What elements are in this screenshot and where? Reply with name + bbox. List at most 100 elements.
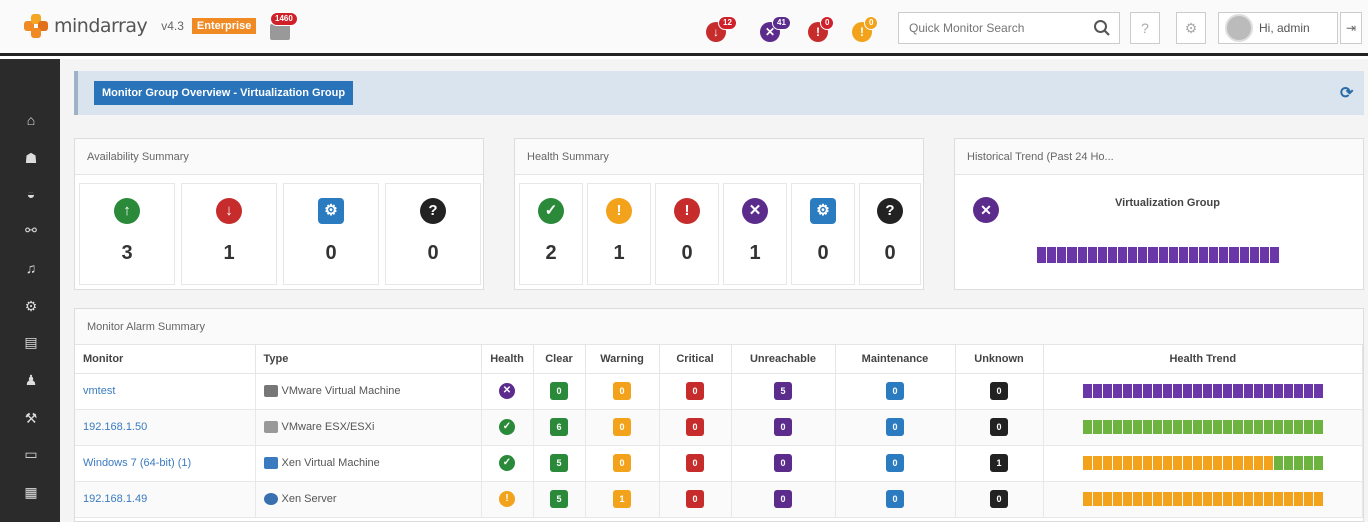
dashboard-icon[interactable]: ◒ (22, 185, 40, 203)
availability-down-count: 1 (223, 242, 235, 264)
calendar-icon[interactable]: ▦ (22, 483, 40, 501)
warning-status-button[interactable]: ! 0 (852, 16, 879, 44)
vmware-esx-icon (263, 421, 278, 434)
monitor-link[interactable]: vmtest (83, 385, 115, 397)
unreachable-count-badge[interactable]: 0 (774, 454, 792, 472)
refresh-icon[interactable]: ⟳ (1340, 83, 1358, 102)
unknown-count-badge[interactable]: 0 (990, 418, 1008, 436)
column-header-health[interactable]: Health (481, 345, 534, 374)
settings-button[interactable]: ⚙ (1176, 12, 1206, 44)
critical-count-badge[interactable]: 0 (686, 382, 704, 400)
trend-segment (1223, 420, 1233, 434)
health-unreachable-tile[interactable]: ✕ 1 (723, 183, 787, 285)
monitor-link[interactable]: 192.168.1.49 (83, 493, 147, 505)
trend-segment (1283, 492, 1293, 506)
critical-count-badge[interactable]: 0 (686, 418, 704, 436)
trend-segment (1193, 492, 1203, 506)
column-header-warning[interactable]: Warning (585, 345, 660, 374)
unknown-count-badge[interactable]: 0 (990, 382, 1008, 400)
network-icon[interactable]: ♟ (22, 371, 40, 389)
alerts-button[interactable]: 1460 (264, 12, 298, 42)
monitor-link[interactable]: Windows 7 (64-bit) (1) (83, 457, 191, 469)
column-header-health-trend[interactable]: Health Trend (1043, 345, 1363, 374)
monitor-link[interactable]: 192.168.1.50 (83, 421, 147, 433)
maintenance-count-badge[interactable]: 0 (886, 418, 904, 436)
availability-unknown-tile[interactable]: ? 0 (385, 183, 481, 285)
health-trend-bar[interactable] (1082, 384, 1323, 398)
warning-count-badge: 0 (864, 16, 879, 30)
unknown-cell: 1 (955, 445, 1044, 482)
trend-segment (1223, 492, 1233, 506)
column-header-type[interactable]: Type (255, 345, 482, 374)
gear-icon[interactable]: ⚙ (22, 297, 40, 315)
monitor-icon[interactable]: ▭ (22, 445, 40, 463)
availability-maintenance-tile[interactable]: ⚙ 0 (283, 183, 379, 285)
logout-button[interactable]: ⇥ (1340, 12, 1362, 44)
column-header-critical[interactable]: Critical (659, 345, 732, 374)
trend-segment (1158, 247, 1168, 263)
table-row[interactable]: vmtest VMware Virtual Machine ✕ 0 0 0 5 0 0 (75, 373, 1363, 410)
table-row[interactable]: 192.168.1.50 VMware ESX/ESXi ✓ 6 0 0 0 0 0 (75, 409, 1363, 446)
critical-count-badge[interactable]: 0 (686, 454, 704, 472)
unknown-count-badge[interactable]: 0 (990, 490, 1008, 508)
bell-icon[interactable]: ♫ (22, 259, 40, 277)
availability-unknown-count: 0 (427, 242, 439, 264)
column-header-unreachable[interactable]: Unreachable (731, 345, 836, 374)
clear-count-badge[interactable]: 6 (550, 418, 568, 436)
warning-count-badge[interactable]: 1 (613, 490, 631, 508)
clear-cell: 5 (533, 481, 586, 518)
maintenance-count-badge[interactable]: 0 (886, 454, 904, 472)
topology-icon[interactable]: ⚯ (22, 221, 40, 239)
trend-bar[interactable] (1037, 247, 1279, 263)
unknown-count-badge[interactable]: 1 (990, 454, 1008, 472)
health-trend-cell (1043, 481, 1363, 518)
wrench-icon[interactable]: ⚒ (22, 409, 40, 427)
unreachable-count-badge[interactable]: 0 (774, 418, 792, 436)
edition-badge: Enterprise (191, 18, 257, 34)
health-critical-tile[interactable]: ! 0 (655, 183, 719, 285)
page-header: Monitor Group Overview - Virtualization … (74, 71, 1364, 115)
trend-segment (1313, 492, 1323, 506)
maintenance-count-badge[interactable]: 0 (886, 490, 904, 508)
health-warning-tile[interactable]: ! 1 (587, 183, 651, 285)
user-menu[interactable]: Hi, admin (1218, 12, 1338, 44)
home-icon[interactable]: ⌂ (22, 111, 40, 129)
health-maintenance-tile[interactable]: ⚙ 0 (791, 183, 855, 285)
table-row[interactable]: Windows 7 (64-bit) (1) Xen Virtual Machin… (75, 445, 1363, 482)
users-icon[interactable]: ☗ (22, 149, 40, 167)
column-header-maintenance[interactable]: Maintenance (835, 345, 956, 374)
help-button[interactable]: ? (1130, 12, 1160, 44)
health-trend-bar[interactable] (1082, 456, 1323, 470)
health-clear-tile[interactable]: ✓ 2 (519, 183, 583, 285)
health-trend-bar[interactable] (1082, 492, 1323, 506)
x-circle-icon: ✕ (973, 197, 999, 223)
search-input[interactable] (899, 13, 1079, 43)
clear-count-badge[interactable]: 5 (550, 490, 568, 508)
warning-count-badge[interactable]: 0 (613, 382, 631, 400)
logo[interactable]: mindarray v4.3 Enterprise (24, 14, 257, 38)
table-row[interactable]: 192.168.1.49 Xen Server! 5 1 0 0 0 0 (75, 481, 1363, 518)
search-icon[interactable] (1093, 19, 1111, 37)
critical-status-button[interactable]: ! 0 (808, 16, 835, 44)
critical-count-badge[interactable]: 0 (686, 490, 704, 508)
trend-segment (1153, 420, 1163, 434)
availability-down-tile[interactable]: ↓ 1 (181, 183, 277, 285)
unreachable-status-button[interactable]: ✕ 41 (760, 16, 791, 44)
unreachable-count-badge[interactable]: 0 (774, 490, 792, 508)
column-header-clear[interactable]: Clear (533, 345, 586, 374)
reports-icon[interactable]: ▤ (22, 333, 40, 351)
unreachable-count-badge[interactable]: 5 (774, 382, 792, 400)
clear-count-badge[interactable]: 0 (550, 382, 568, 400)
health-unknown-tile[interactable]: ? 0 (859, 183, 921, 285)
warning-count-badge[interactable]: 0 (613, 454, 631, 472)
warning-count-badge[interactable]: 0 (613, 418, 631, 436)
maintenance-count-badge[interactable]: 0 (886, 382, 904, 400)
trend-segment (1193, 420, 1203, 434)
clear-count-badge[interactable]: 5 (550, 454, 568, 472)
health-trend-bar[interactable] (1082, 420, 1323, 434)
column-header-monitor[interactable]: Monitor (75, 345, 256, 374)
down-status-button[interactable]: ↓ 12 (706, 16, 737, 44)
clear-status-icon: ✓ (499, 455, 515, 471)
column-header-unknown[interactable]: Unknown (955, 345, 1044, 374)
availability-up-tile[interactable]: ↑ 3 (79, 183, 175, 285)
